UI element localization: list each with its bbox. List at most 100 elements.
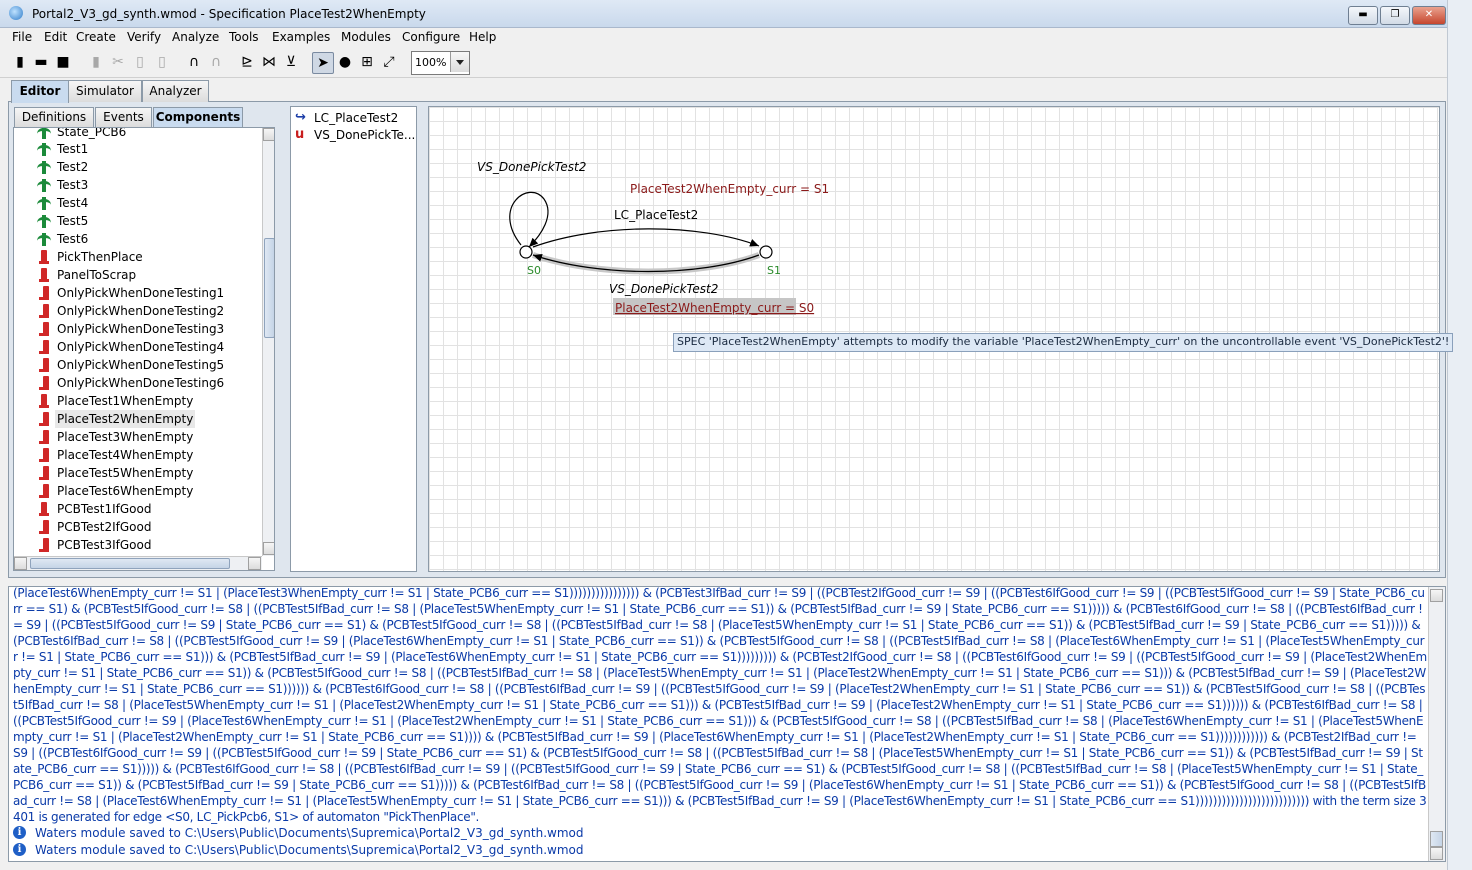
specification-icon [36, 465, 52, 481]
menu-examples[interactable]: Examples [272, 30, 330, 44]
tree-item-label: OnlyPickWhenDoneTesting1 [57, 286, 225, 300]
menu-bar: File Edit Create Verify Analyze Tools Ex… [0, 28, 1447, 48]
menu-tools[interactable]: Tools [229, 30, 259, 44]
menu-configure[interactable]: Configure [402, 30, 460, 44]
tab-editor[interactable]: Editor [11, 80, 69, 103]
scroll-thumb[interactable] [30, 558, 230, 569]
layout-tree-icon[interactable]: ⊻ [281, 52, 301, 72]
tree-item-label: OnlyPickWhenDoneTesting5 [57, 358, 225, 372]
close-button[interactable]: ✕ [1412, 6, 1446, 25]
delete-icon[interactable]: ▮ [86, 52, 106, 72]
menu-file[interactable]: File [12, 30, 32, 44]
log-message: Waters module saved to C:\Users\Public\D… [35, 826, 584, 840]
specification-icon [36, 393, 52, 409]
tab-analyzer[interactable]: Analyzer [142, 80, 209, 102]
tab-simulator[interactable]: Simulator [68, 80, 142, 102]
specification-icon [36, 249, 52, 265]
menu-verify[interactable]: Verify [127, 30, 161, 44]
tree-item-label: PlaceTest2WhenEmpty [55, 410, 196, 428]
open-icon[interactable]: ▬ [31, 52, 51, 72]
scroll-right-button[interactable] [248, 557, 261, 570]
selfloop-edge[interactable] [509, 191, 549, 248]
specification-icon [36, 339, 52, 355]
tree-item-label: OnlyPickWhenDoneTesting2 [57, 304, 225, 318]
window-title: Portal2_V3_gd_synth.wmod - Specification… [32, 7, 426, 21]
edge-top-event-label: LC_PlaceTest2 [614, 208, 698, 222]
specification-icon [36, 267, 52, 283]
log-expression-text: (PlaceTest6WhenEmpty_curr != S1 | (Place… [13, 586, 1427, 824]
save-icon[interactable]: ■ [53, 52, 73, 72]
edge-s0-s1[interactable] [532, 228, 760, 248]
tree-item-label: State_PCB6 [57, 127, 127, 139]
events-list[interactable]: ↪ LC_PlaceTest2 u VS_DonePickTe... [290, 106, 417, 572]
specification-icon [36, 303, 52, 319]
edge-bottom-event-label: VS_DonePickTest2 [609, 282, 718, 296]
main-tabs: Editor Simulator Analyzer [8, 80, 1446, 103]
selfloop-event-label: VS_DonePickTest2 [477, 160, 586, 174]
scroll-down-button[interactable] [1430, 847, 1443, 860]
new-icon[interactable]: ▮ [10, 52, 30, 72]
chevron-down-icon[interactable] [450, 52, 469, 72]
maximize-button[interactable]: ❐ [1380, 6, 1410, 25]
state-label-s1: S1 [767, 264, 781, 277]
specification-icon [36, 357, 52, 373]
redo-icon[interactable]: ∩ [206, 52, 226, 72]
menu-edit[interactable]: Edit [44, 30, 67, 44]
tab-definitions[interactable]: Definitions [14, 107, 94, 127]
tree-item-label: PlaceTest6WhenEmpty [57, 484, 194, 498]
log-message: Waters module saved to C:\Users\Public\D… [35, 843, 584, 857]
log-console[interactable]: (PlaceTest6WhenEmpty_curr != S1 | (Place… [8, 586, 1446, 862]
plant-icon [36, 159, 52, 175]
plant-icon [36, 177, 52, 193]
scroll-down-button[interactable] [263, 542, 274, 555]
scroll-up-button[interactable] [263, 128, 274, 141]
state-s0[interactable] [519, 245, 533, 259]
layout-spring-icon[interactable]: ⋈ [259, 52, 279, 72]
select-tool-icon[interactable]: ➤ [312, 52, 334, 74]
menu-modules[interactable]: Modules [341, 30, 391, 44]
state-s1[interactable] [759, 245, 773, 259]
error-tooltip: SPEC 'PlaceTest2WhenEmpty' attempts to m… [673, 333, 1454, 352]
tree-item-label: PlaceTest4WhenEmpty [57, 448, 194, 462]
console-vertical-scrollbar[interactable] [1428, 587, 1445, 861]
tree-horizontal-scrollbar[interactable] [14, 556, 262, 570]
components-tree[interactable]: State_PCB6 Test1 Test2 Test3 Test4 Test5 Test… [13, 127, 275, 571]
group-node-tool-icon[interactable]: ⊞ [357, 52, 377, 72]
tree-item-label: PickThenPlace [57, 250, 143, 264]
node-tool-icon[interactable]: ● [335, 52, 355, 72]
tree-item-label: OnlyPickWhenDoneTesting3 [57, 322, 225, 336]
scroll-left-button[interactable] [14, 557, 27, 570]
paste-icon[interactable]: ▯ [152, 52, 172, 72]
info-icon: i [13, 826, 26, 839]
zoom-combobox[interactable]: 100% [411, 51, 470, 75]
menu-help[interactable]: Help [469, 30, 496, 44]
copy-icon[interactable]: ▯ [130, 52, 150, 72]
tree-item-label: PCBTest2IfGood [57, 520, 152, 534]
tree-item-label: Test3 [57, 178, 89, 192]
desktop-strip [1447, 0, 1472, 870]
specification-icon [36, 501, 52, 517]
menu-analyze[interactable]: Analyze [172, 30, 219, 44]
tree-item-label: Test4 [57, 196, 89, 210]
menu-create[interactable]: Create [76, 30, 116, 44]
zoom-value: 100% [415, 56, 447, 69]
specification-icon [36, 411, 52, 427]
tree-item-label: Test6 [57, 232, 89, 246]
specification-icon [36, 375, 52, 391]
tree-item-label: PlaceTest5WhenEmpty [57, 466, 194, 480]
tab-components[interactable]: Components [153, 107, 243, 127]
specification-icon [36, 321, 52, 337]
controllable-event-icon: ↪ [295, 110, 306, 125]
scroll-thumb[interactable] [264, 238, 274, 338]
scroll-up-button[interactable] [1430, 589, 1443, 602]
undo-icon[interactable]: ∩ [184, 52, 204, 72]
minimize-button[interactable]: ▬ [1348, 6, 1378, 25]
layout-icon[interactable]: ⊵ [237, 52, 257, 72]
tree-vertical-scrollbar[interactable] [262, 128, 274, 556]
uncontrollable-event-icon: u [295, 127, 305, 142]
scroll-thumb[interactable] [1430, 831, 1443, 847]
tab-events[interactable]: Events [95, 107, 152, 127]
edge-s1-s0-highlight [532, 252, 761, 275]
edge-tool-icon[interactable]: ⤢ [379, 52, 399, 72]
cut-icon[interactable]: ✂ [108, 52, 128, 72]
